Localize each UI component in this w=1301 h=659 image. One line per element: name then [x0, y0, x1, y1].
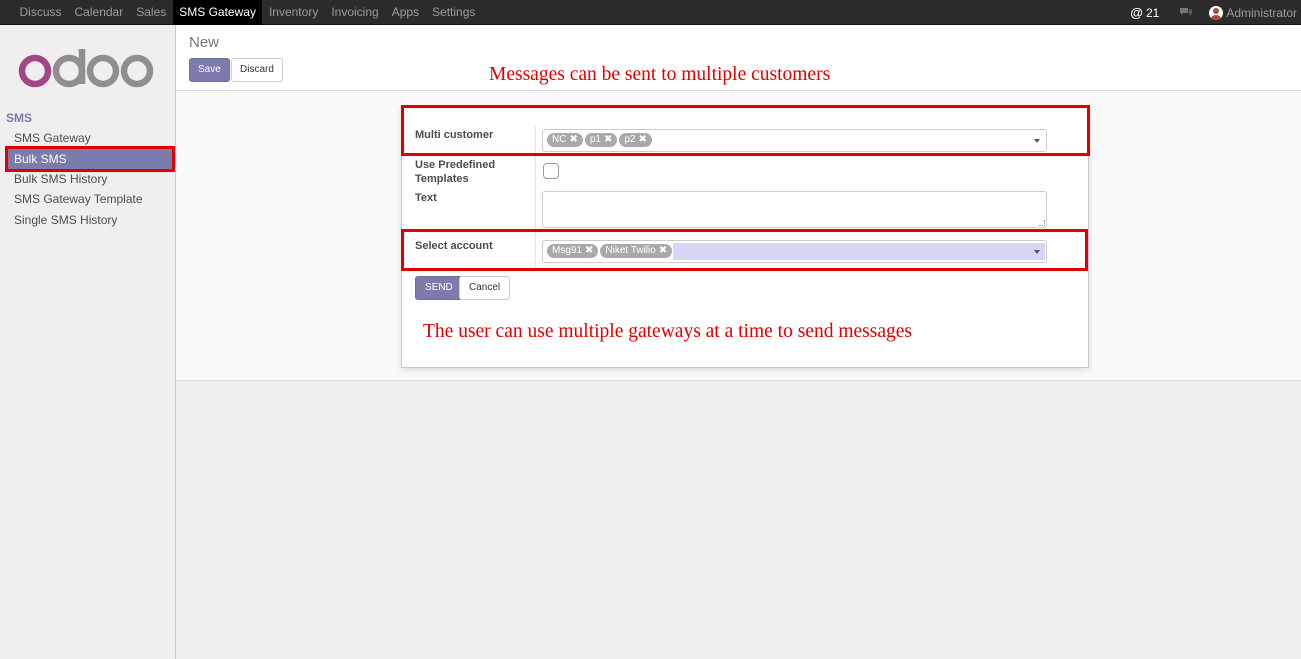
text-field[interactable] — [542, 191, 1047, 228]
breadcrumb: New — [189, 34, 220, 51]
use-templates-checkbox[interactable] — [543, 163, 559, 179]
odoo-logo — [18, 49, 154, 88]
sidebar-item-sms-gateway-template[interactable]: SMS Gateway Template — [0, 189, 176, 209]
user-menu[interactable]: Administrator — [1203, 5, 1301, 20]
menu-settings[interactable]: Settings — [426, 0, 482, 25]
save-button[interactable]: Save — [189, 58, 230, 82]
send-button[interactable]: SEND — [415, 276, 463, 300]
menu-apps[interactable]: Apps — [385, 0, 425, 25]
sidebar: SMS SMS Gateway Bulk SMS Bulk SMS Histor… — [0, 25, 176, 659]
sidebar-nav: SMS Gateway Bulk SMS Bulk SMS History SM… — [0, 128, 176, 230]
use-templates-label: Use Predefined Templates — [415, 159, 496, 185]
chat-icon — [1180, 7, 1193, 16]
discard-button[interactable]: Discard — [231, 58, 283, 82]
app-menu: Discuss Calendar Sales SMS Gateway Inven… — [13, 0, 482, 25]
top-navbar: Discuss Calendar Sales SMS Gateway Inven… — [0, 0, 1301, 25]
sidebar-item-bulk-sms-history[interactable]: Bulk SMS History — [0, 169, 176, 189]
menu-sales[interactable]: Sales — [130, 0, 173, 25]
highlight-multi-customer — [401, 105, 1090, 156]
resize-grip-icon[interactable] — [1039, 220, 1045, 226]
menu-calendar[interactable]: Calendar — [68, 0, 130, 25]
sidebar-item-sms-gateway[interactable]: SMS Gateway — [0, 128, 176, 148]
text-label: Text — [415, 192, 437, 204]
avatar — [1209, 5, 1224, 20]
mentions-button[interactable]: @ 21 — [1124, 5, 1165, 20]
highlight-select-account — [401, 229, 1088, 271]
mentions-count: 21 — [1145, 5, 1160, 20]
at-icon: @ — [1130, 5, 1143, 20]
cancel-button[interactable]: Cancel — [459, 276, 511, 300]
sidebar-item-bulk-sms[interactable]: Bulk SMS — [5, 145, 175, 172]
chat-button[interactable] — [1173, 7, 1199, 19]
annotation-multiple-customers: Messages can be sent to multiple custome… — [489, 64, 831, 85]
sidebar-section-sms: SMS — [6, 111, 33, 125]
user-name: Administrator — [1226, 5, 1297, 20]
annotation-multiple-gateways: The user can use multiple gateways at a … — [423, 321, 912, 342]
systray: @ 21 Administrator — [1124, 0, 1301, 25]
sidebar-item-single-sms-history[interactable]: Single SMS History — [0, 210, 176, 230]
menu-inventory[interactable]: Inventory — [262, 0, 324, 25]
menu-discuss[interactable]: Discuss — [13, 0, 68, 25]
menu-invoicing[interactable]: Invoicing — [325, 0, 385, 25]
menu-sms-gateway[interactable]: SMS Gateway — [172, 0, 263, 25]
